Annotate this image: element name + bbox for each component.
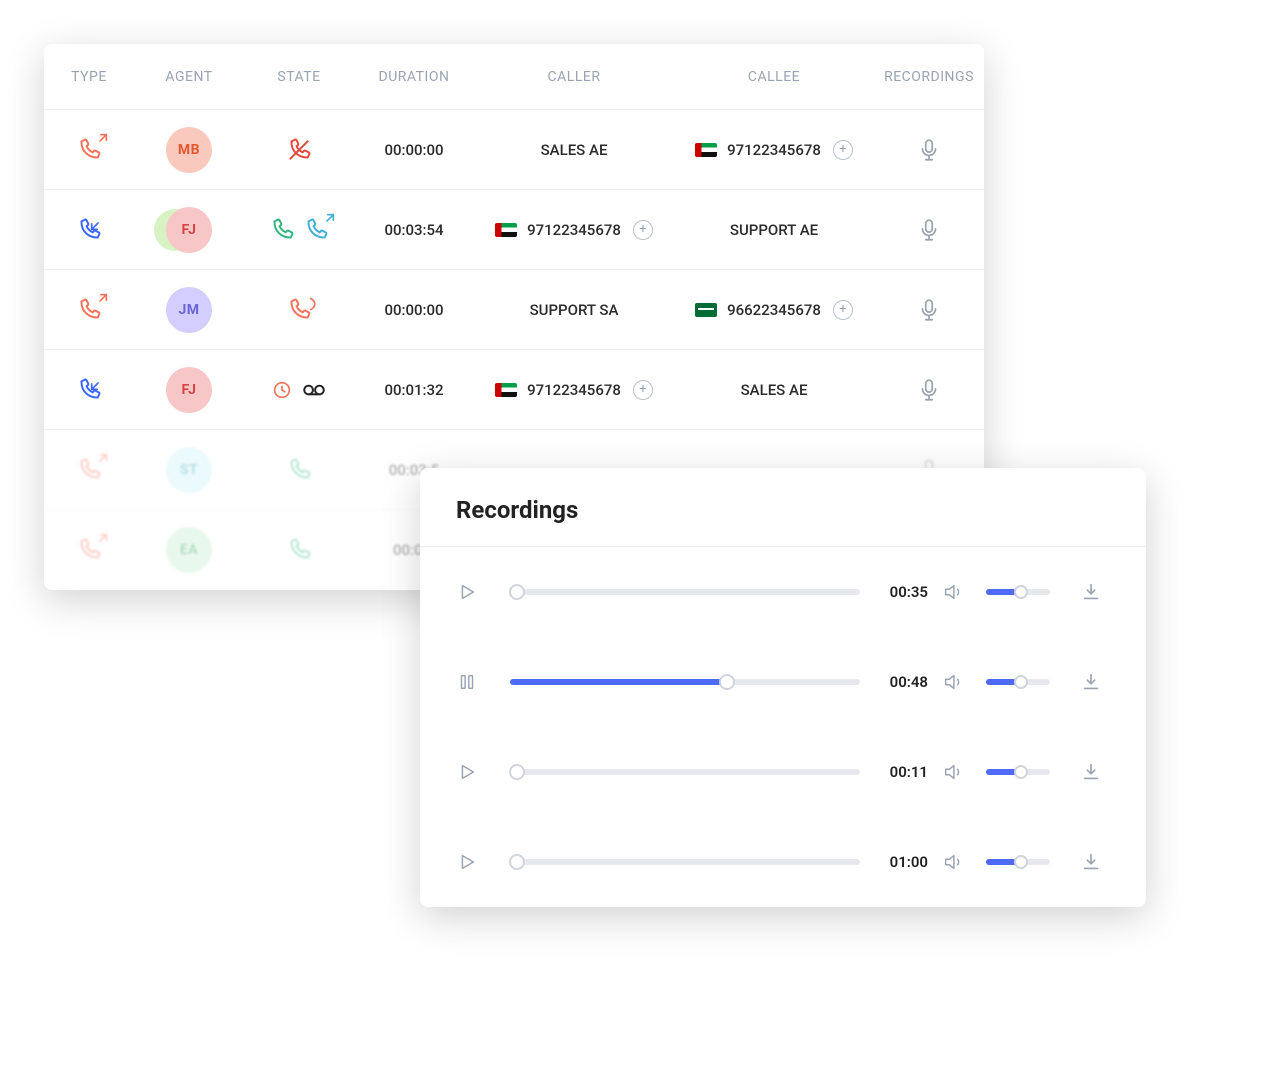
- speaker-icon[interactable]: [942, 761, 972, 783]
- col-recordings: RECORDINGS: [874, 69, 984, 85]
- avatar[interactable]: EA: [166, 527, 212, 573]
- flag-ae-icon: [495, 383, 517, 397]
- recording-row: 01:00: [420, 817, 1146, 907]
- state-cell: [244, 377, 354, 403]
- add-contact-button[interactable]: +: [633, 220, 653, 240]
- caller-cell: 97122345678 +: [474, 220, 674, 240]
- duration-cell: 00:01:32: [354, 381, 474, 399]
- recordings-title: Recordings: [420, 468, 1146, 547]
- col-agent: AGENT: [134, 69, 244, 85]
- party-label: SALES AE: [541, 141, 608, 159]
- recording-row: 00:11: [420, 727, 1146, 817]
- caller-cell: 97122345678 +: [474, 380, 674, 400]
- party-label: 96622345678: [727, 301, 821, 319]
- recording-cell[interactable]: [874, 217, 984, 243]
- caller-cell: SUPPORT SA: [474, 301, 674, 319]
- table-row[interactable]: FJ 00:03:54 97122345678 + SUPPORT AE: [44, 190, 984, 270]
- party-label: SUPPORT SA: [530, 301, 619, 319]
- volume-slider[interactable]: [986, 859, 1050, 865]
- download-button[interactable]: [1080, 671, 1110, 693]
- recording-cell[interactable]: [874, 137, 984, 163]
- download-button[interactable]: [1080, 761, 1110, 783]
- col-caller: CALLER: [474, 69, 674, 85]
- recordings-panel: Recordings 00:35 00:48: [420, 468, 1146, 907]
- avatar[interactable]: FJ: [166, 207, 212, 253]
- type-cell: [44, 457, 134, 483]
- recording-cell[interactable]: [874, 297, 984, 323]
- state-cell: [244, 537, 354, 563]
- table-row[interactable]: MB 00:00:00 SALES AE 97122345678 +: [44, 110, 984, 190]
- agent-cell: FJ: [134, 367, 244, 413]
- callee-cell: 96622345678 +: [674, 300, 874, 320]
- callee-cell: 97122345678 +: [674, 140, 874, 160]
- agent-cell: FJ: [134, 207, 244, 253]
- recording-duration: 01:00: [874, 853, 928, 871]
- recording-duration: 00:48: [874, 673, 928, 691]
- agent-cell: ST: [134, 447, 244, 493]
- flag-ae-icon: [695, 143, 717, 157]
- type-cell: [44, 137, 134, 163]
- progress-slider[interactable]: [510, 859, 860, 865]
- recording-cell[interactable]: [874, 377, 984, 403]
- duration-cell: 00:00:00: [354, 141, 474, 159]
- speaker-icon[interactable]: [942, 851, 972, 873]
- avatar[interactable]: MB: [166, 127, 212, 173]
- state-cell: [244, 217, 354, 243]
- duration-cell: 00:03:54: [354, 221, 474, 239]
- party-label: SUPPORT AE: [730, 221, 818, 239]
- table-row[interactable]: JM 00:00:00 SUPPORT SA 96622345678 +: [44, 270, 984, 350]
- volume-slider[interactable]: [986, 679, 1050, 685]
- play-button[interactable]: [456, 761, 496, 783]
- state-cell: [244, 137, 354, 163]
- download-button[interactable]: [1080, 851, 1110, 873]
- pause-button[interactable]: [456, 671, 496, 693]
- party-label: 97122345678: [727, 141, 821, 159]
- add-contact-button[interactable]: +: [833, 300, 853, 320]
- col-type: TYPE: [44, 69, 134, 85]
- speaker-icon[interactable]: [942, 671, 972, 693]
- type-cell: [44, 297, 134, 323]
- progress-slider[interactable]: [510, 769, 860, 775]
- download-button[interactable]: [1080, 581, 1110, 603]
- recording-duration: 00:11: [874, 763, 928, 781]
- agent-cell: EA: [134, 527, 244, 573]
- flag-sa-icon: [695, 303, 717, 317]
- party-label: 97122345678: [527, 381, 621, 399]
- avatar[interactable]: JM: [166, 287, 212, 333]
- duration-cell: 00:00:00: [354, 301, 474, 319]
- recording-duration: 00:35: [874, 583, 928, 601]
- volume-slider[interactable]: [986, 589, 1050, 595]
- add-contact-button[interactable]: +: [633, 380, 653, 400]
- recording-row: 00:35: [420, 547, 1146, 637]
- party-label: 97122345678: [527, 221, 621, 239]
- table-row[interactable]: FJ 00:01:32 97122345678 + SALES AE: [44, 350, 984, 430]
- progress-slider[interactable]: [510, 589, 860, 595]
- party-label: SALES AE: [741, 381, 808, 399]
- callee-cell: SUPPORT AE: [674, 221, 874, 239]
- type-cell: [44, 537, 134, 563]
- state-cell: [244, 297, 354, 323]
- recording-row: 00:48: [420, 637, 1146, 727]
- progress-slider[interactable]: [510, 679, 860, 685]
- play-button[interactable]: [456, 581, 496, 603]
- volume-slider[interactable]: [986, 769, 1050, 775]
- play-button[interactable]: [456, 851, 496, 873]
- col-state: STATE: [244, 69, 354, 85]
- state-cell: [244, 457, 354, 483]
- avatar[interactable]: FJ: [166, 367, 212, 413]
- agent-cell: JM: [134, 287, 244, 333]
- type-cell: [44, 377, 134, 403]
- add-contact-button[interactable]: +: [833, 140, 853, 160]
- table-header: TYPE AGENT STATE DURATION CALLER CALLEE …: [44, 44, 984, 110]
- speaker-icon[interactable]: [942, 581, 972, 603]
- avatar[interactable]: ST: [166, 447, 212, 493]
- callee-cell: SALES AE: [674, 381, 874, 399]
- type-cell: [44, 217, 134, 243]
- caller-cell: SALES AE: [474, 141, 674, 159]
- flag-ae-icon: [495, 223, 517, 237]
- col-duration: DURATION: [354, 69, 474, 85]
- col-callee: CALLEE: [674, 69, 874, 85]
- agent-cell: MB: [134, 127, 244, 173]
